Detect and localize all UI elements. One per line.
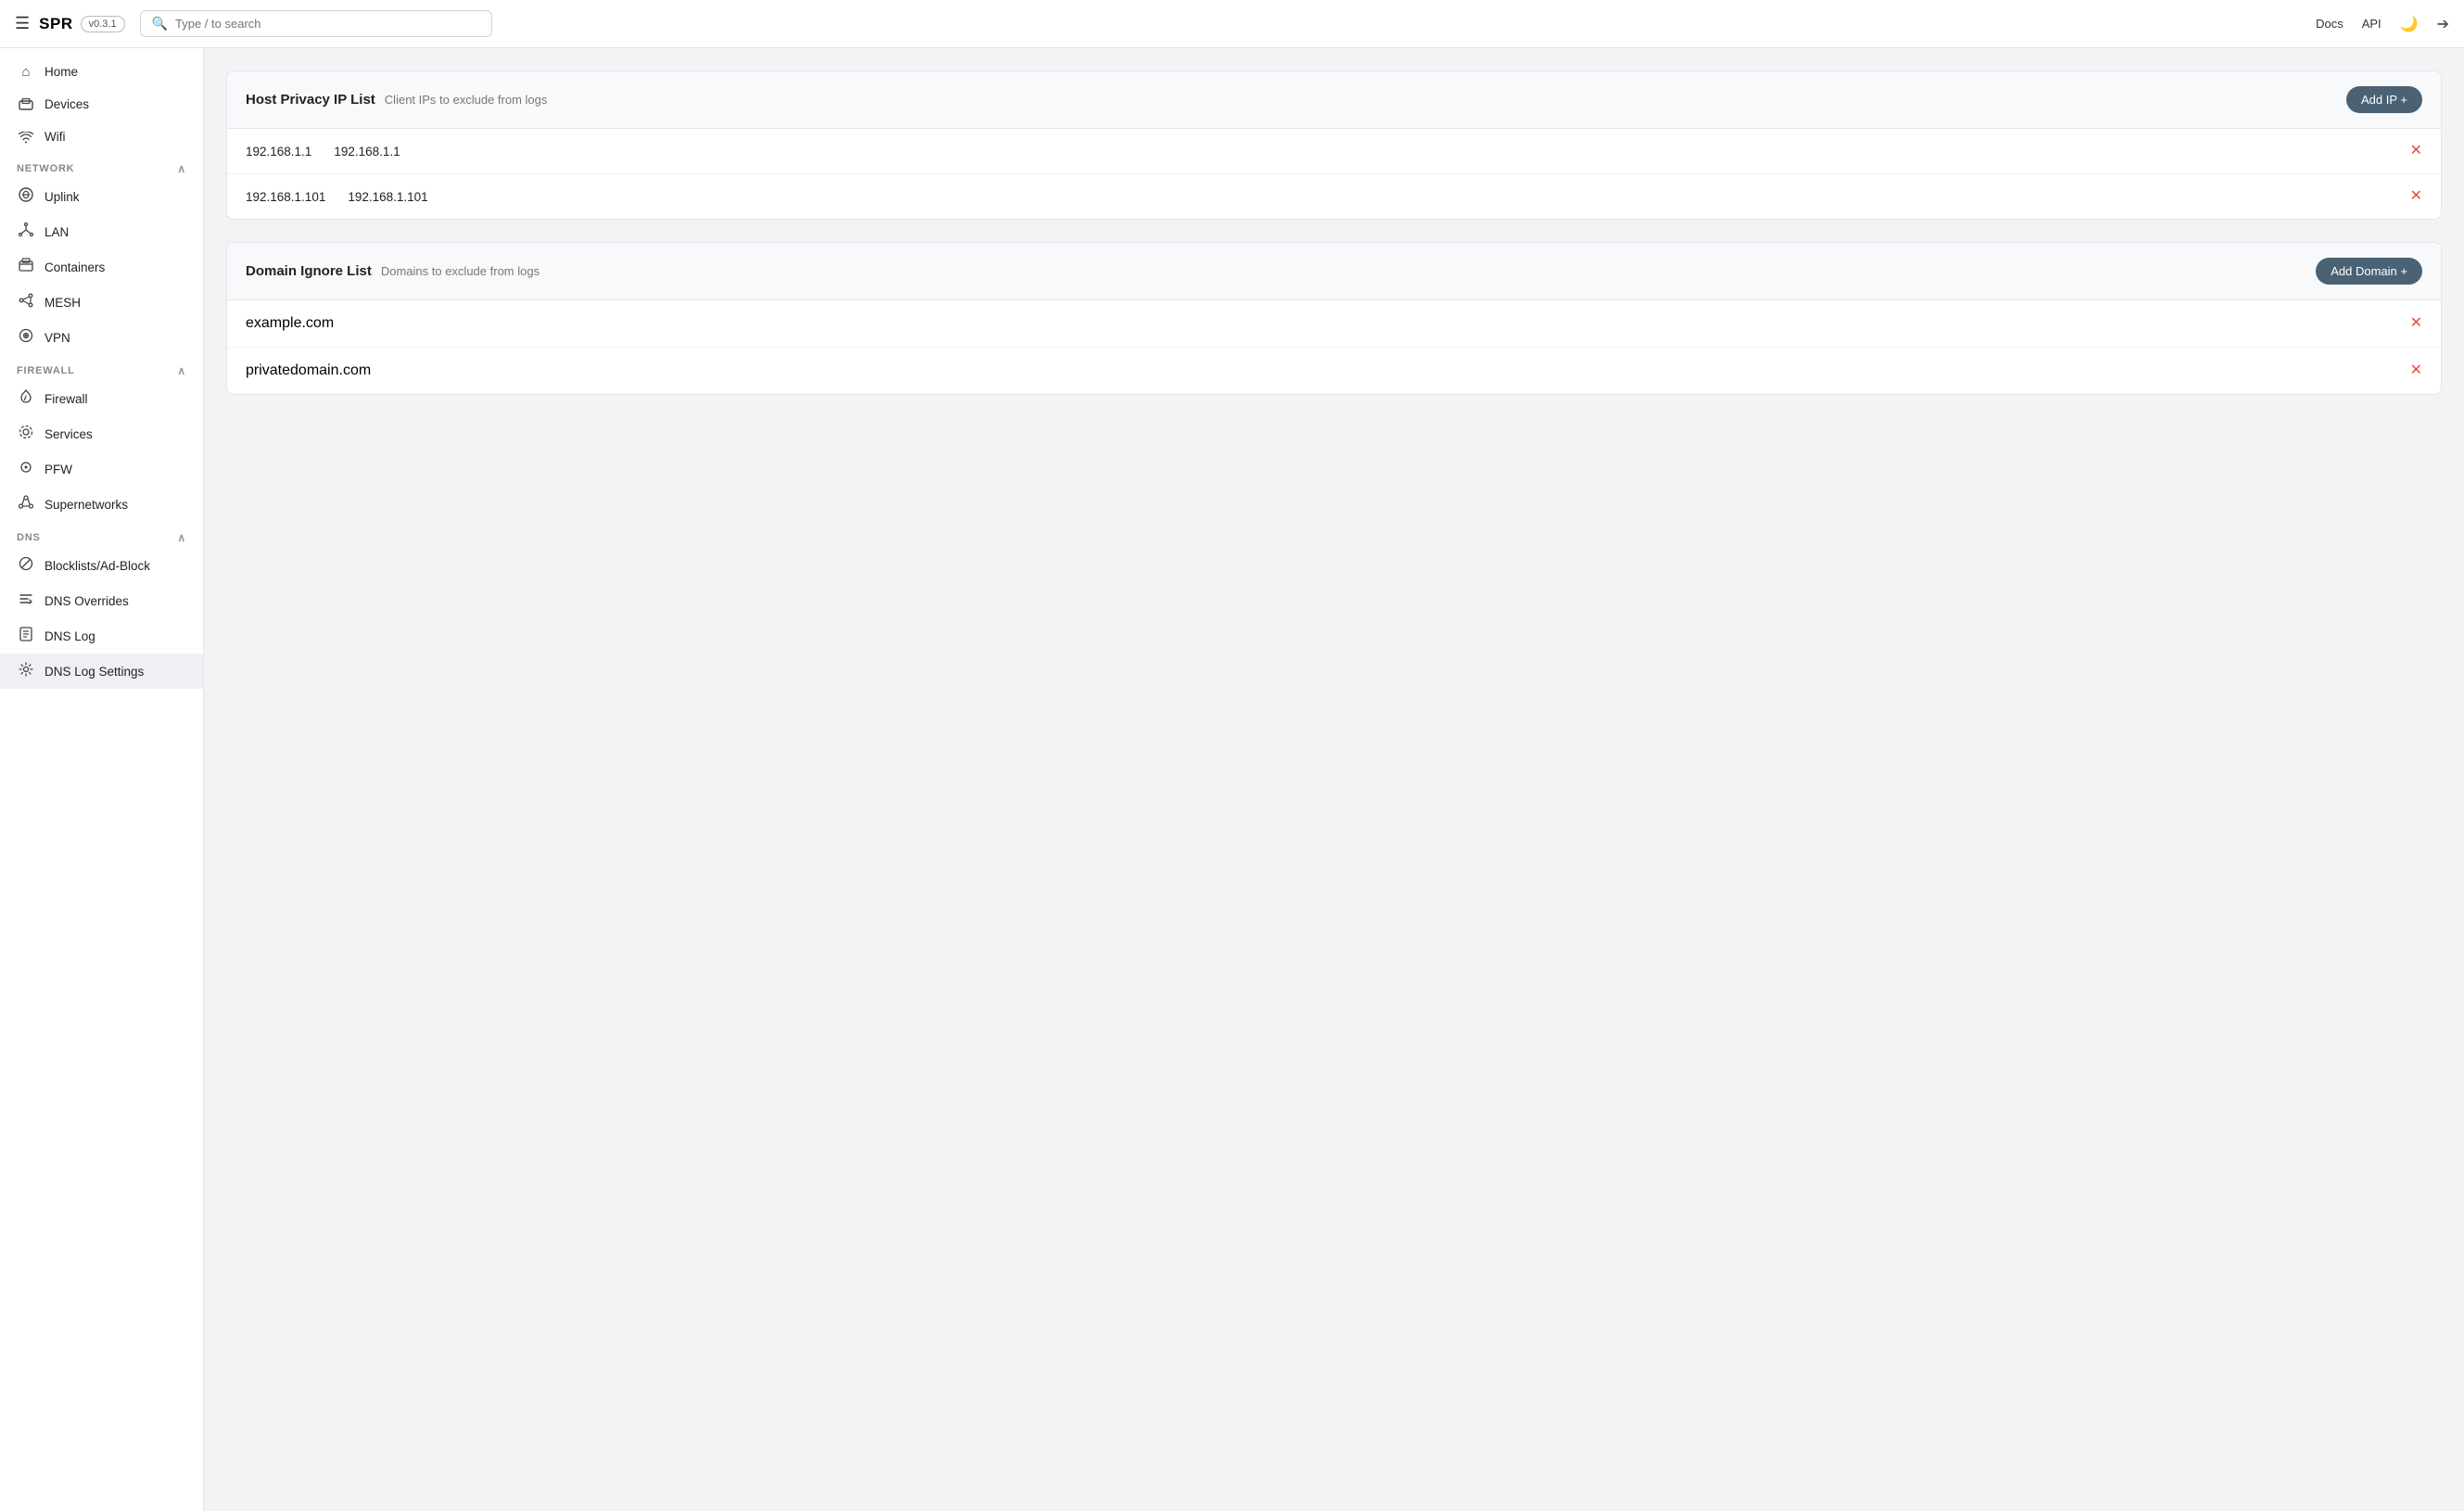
sidebar-label-containers: Containers [44, 260, 105, 274]
sidebar: ⌂ Home Devices Wifi [0, 48, 204, 1511]
ip-col1: 192.168.1.1 [246, 145, 311, 159]
list-item: privatedomain.com ✕ [227, 348, 2441, 394]
delete-domain-1-button[interactable]: ✕ [2410, 363, 2422, 378]
network-section-label: NETWORK [17, 163, 74, 174]
sidebar-label-firewall: Firewall [44, 392, 88, 406]
domain-ignore-section: Domain Ignore List Domains to exclude fr… [226, 242, 2442, 395]
table-row: 192.168.1.101 192.168.1.101 ✕ [227, 174, 2441, 219]
domain-value: privatedomain.com [246, 362, 371, 379]
sidebar-section-dns: DNS ∧ [0, 522, 203, 548]
ip-col2: 192.168.1.1 [334, 145, 400, 159]
firewall-icon [17, 389, 35, 408]
sidebar-item-blocklists[interactable]: Blocklists/Ad-Block [0, 548, 203, 583]
supernetworks-icon [17, 495, 35, 514]
dns-overrides-icon [17, 591, 35, 610]
table-row: 192.168.1.1 192.168.1.1 ✕ [227, 129, 2441, 174]
wifi-icon [17, 129, 35, 145]
add-ip-button[interactable]: Add IP + [2346, 86, 2422, 113]
sidebar-item-pfw[interactable]: PFW [0, 451, 203, 487]
add-domain-button[interactable]: Add Domain + [2316, 258, 2422, 285]
search-icon: 🔍 [152, 16, 168, 32]
pfw-icon [17, 460, 35, 478]
topbar: ☰ SPR v0.3.1 🔍 Docs API 🌙 ➔ [0, 0, 2464, 48]
domain-ignore-list: example.com ✕ privatedomain.com ✕ [227, 300, 2441, 394]
sidebar-item-home[interactable]: ⌂ Home [0, 56, 203, 88]
dns-chevron-icon[interactable]: ∧ [177, 531, 186, 544]
delete-ip-1-button[interactable]: ✕ [2410, 189, 2422, 204]
api-link[interactable]: API [2362, 17, 2381, 31]
devices-icon [17, 96, 35, 112]
sidebar-item-dns-overrides[interactable]: DNS Overrides [0, 583, 203, 618]
vpn-icon [17, 328, 35, 347]
host-privacy-title: Host Privacy IP List [246, 92, 375, 108]
sidebar-label-vpn: VPN [44, 331, 70, 345]
sidebar-label-uplink: Uplink [44, 190, 80, 204]
sidebar-item-dns-log-settings[interactable]: DNS Log Settings [0, 654, 203, 689]
sidebar-item-containers[interactable]: Containers [0, 249, 203, 285]
sidebar-item-uplink[interactable]: Uplink [0, 179, 203, 214]
main-content: Host Privacy IP List Client IPs to exclu… [204, 48, 2464, 1511]
sidebar-label-pfw: PFW [44, 463, 72, 476]
domain-ignore-header: Domain Ignore List Domains to exclude fr… [227, 243, 2441, 300]
app-body: ⌂ Home Devices Wifi [0, 48, 2464, 1511]
lan-icon [17, 222, 35, 241]
sidebar-item-wifi[interactable]: Wifi [0, 121, 203, 153]
sidebar-label-home: Home [44, 65, 78, 79]
search-input[interactable] [175, 17, 480, 31]
sidebar-item-mesh[interactable]: MESH [0, 285, 203, 320]
mesh-icon [17, 293, 35, 311]
dns-section-label: DNS [17, 532, 41, 543]
blocklists-icon [17, 556, 35, 575]
sidebar-item-lan[interactable]: LAN [0, 214, 203, 249]
sidebar-label-wifi: Wifi [44, 130, 66, 144]
search-bar[interactable]: 🔍 [140, 10, 492, 37]
sidebar-section-firewall: FIREWALL ∧ [0, 355, 203, 381]
sidebar-item-dns-log[interactable]: DNS Log [0, 618, 203, 654]
firewall-section-label: FIREWALL [17, 365, 75, 376]
domain-ignore-title: Domain Ignore List [246, 263, 372, 279]
home-icon: ⌂ [17, 64, 35, 80]
sidebar-section-network: NETWORK ∧ [0, 153, 203, 179]
sidebar-label-devices: Devices [44, 97, 89, 111]
delete-domain-0-button[interactable]: ✕ [2410, 316, 2422, 331]
sidebar-item-services[interactable]: Services [0, 416, 203, 451]
sidebar-label-blocklists: Blocklists/Ad-Block [44, 559, 150, 573]
dns-log-settings-icon [17, 662, 35, 680]
host-privacy-section: Host Privacy IP List Client IPs to exclu… [226, 70, 2442, 220]
firewall-chevron-icon[interactable]: ∧ [177, 364, 186, 377]
sidebar-label-dns-overrides: DNS Overrides [44, 594, 129, 608]
sidebar-item-supernetworks[interactable]: Supernetworks [0, 487, 203, 522]
host-privacy-header: Host Privacy IP List Client IPs to exclu… [227, 71, 2441, 129]
delete-ip-0-button[interactable]: ✕ [2410, 144, 2422, 159]
sidebar-label-dns-log: DNS Log [44, 629, 95, 643]
services-icon [17, 425, 35, 443]
domain-ignore-subtitle: Domains to exclude from logs [381, 264, 540, 278]
sidebar-item-vpn[interactable]: VPN [0, 320, 203, 355]
containers-icon [17, 258, 35, 276]
sidebar-label-services: Services [44, 427, 93, 441]
sidebar-item-firewall[interactable]: Firewall [0, 381, 203, 416]
theme-toggle-button[interactable]: 🌙 [2400, 15, 2419, 33]
dns-log-icon [17, 627, 35, 645]
network-chevron-icon[interactable]: ∧ [177, 162, 186, 175]
sidebar-label-supernetworks: Supernetworks [44, 498, 128, 512]
app-version: v0.3.1 [81, 16, 125, 32]
app-logo: SPR [39, 15, 72, 33]
ip-col2: 192.168.1.101 [348, 190, 427, 204]
menu-icon[interactable]: ☰ [15, 14, 30, 33]
uplink-icon [17, 187, 35, 206]
sidebar-item-devices[interactable]: Devices [0, 88, 203, 121]
sidebar-label-mesh: MESH [44, 296, 81, 310]
domain-value: example.com [246, 315, 334, 332]
ip-col1: 192.168.1.101 [246, 190, 325, 204]
topbar-right: Docs API 🌙 ➔ [2316, 15, 2449, 33]
sidebar-label-dns-log-settings: DNS Log Settings [44, 665, 144, 679]
docs-link[interactable]: Docs [2316, 17, 2343, 31]
host-privacy-subtitle: Client IPs to exclude from logs [385, 93, 548, 107]
host-privacy-list: 192.168.1.1 192.168.1.1 ✕ 192.168.1.101 … [227, 129, 2441, 219]
list-item: example.com ✕ [227, 300, 2441, 348]
logout-button[interactable]: ➔ [2437, 15, 2449, 33]
sidebar-label-lan: LAN [44, 225, 69, 239]
